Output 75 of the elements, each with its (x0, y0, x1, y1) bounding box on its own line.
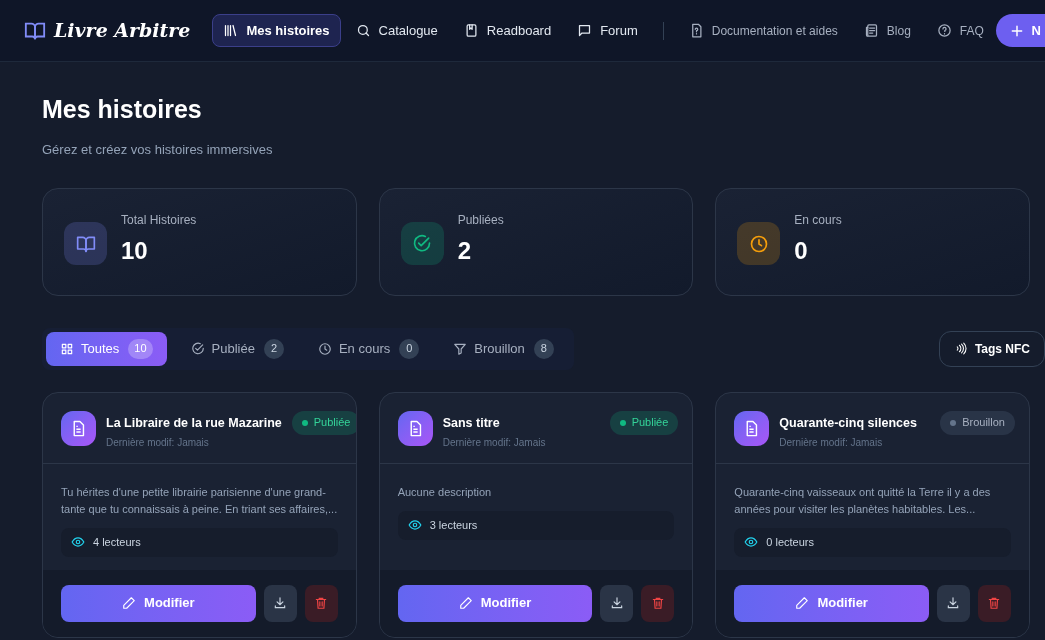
edit-button[interactable]: Modifier (734, 584, 929, 622)
status-badge: Publiée (291, 410, 356, 435)
filter-tab[interactable]: Toutes 10 (46, 331, 167, 366)
download-button[interactable] (600, 584, 634, 622)
speech-bubble-icon (577, 23, 593, 38)
delete-button[interactable] (641, 584, 675, 622)
status-badge: Brouillon (940, 410, 1015, 435)
pencil-icon (795, 596, 810, 610)
status-badge: Publiée (609, 410, 679, 435)
story-description: Aucune description (397, 484, 493, 500)
nav-tab[interactable]: Mes histoires (212, 14, 341, 47)
last-modified-text: Dernière modif: Jamais (106, 436, 210, 451)
count-badge: 0 (399, 338, 420, 359)
count-badge: 10 (128, 338, 153, 359)
stat-value: 10 (121, 236, 149, 265)
page-title: Mes histoires (42, 94, 203, 124)
story-description: Tu hérites d'une petite librairie parisienne d'une grand-tante que tu connaissais à peine. En triant ses affaires,... (61, 484, 338, 517)
trash-icon (987, 596, 1002, 610)
eye-icon (71, 535, 85, 549)
readers-panel: 4 lecteurs (61, 527, 338, 557)
pencil-icon (458, 596, 473, 610)
nav-tab[interactable]: FAQ (925, 14, 995, 47)
stat-value: 0 (794, 236, 809, 265)
stat-label: Publiées (457, 211, 504, 229)
filter-tab[interactable]: Brouillon 8 (439, 331, 568, 366)
eye-icon (407, 518, 422, 532)
download-button[interactable] (937, 584, 970, 622)
plus-icon (1009, 23, 1024, 38)
readers-panel: 0 lecteurs (734, 527, 1011, 557)
filter-icon (453, 341, 468, 356)
eye-icon (744, 535, 759, 549)
last-modified-text: Dernière modif: Jamais (442, 436, 547, 451)
trash-icon (650, 596, 665, 610)
stat-label: En cours (794, 211, 842, 229)
bookmark-icon (463, 23, 479, 38)
filter-tab[interactable]: En cours 0 (303, 331, 434, 366)
count-badge: 8 (533, 338, 554, 359)
grid-icon (60, 341, 74, 356)
search-icon (355, 23, 371, 38)
pencil-icon (122, 596, 137, 610)
stat-label: Total Histoires (121, 211, 197, 229)
last-modified-text: Dernière modif: Jamais (779, 436, 884, 451)
nav-tab[interactable]: Readboard (452, 14, 563, 47)
edit-button[interactable]: Modifier (397, 584, 593, 622)
books-icon (223, 23, 239, 38)
edit-button[interactable]: Modifier (61, 584, 256, 622)
story-description: Quarante-cinq vaisseaux ont quitté la Terre il y a des années pour visiter les planètes habitables. Les... (734, 484, 992, 517)
story-title: Quarante-cinq silences (779, 414, 918, 432)
story-title: La Libraire de la rue Mazarine (106, 414, 282, 432)
clock-icon (317, 341, 332, 356)
nav-tab[interactable]: Documentation et aides (677, 14, 849, 47)
download-icon (609, 596, 624, 610)
page-subtitle: Gérez et créez vos histoires immersives (42, 141, 274, 159)
download-button[interactable] (263, 584, 297, 622)
brand-logo[interactable]: Livre Arbitre (54, 16, 191, 45)
nav-tab[interactable]: Forum (566, 14, 649, 47)
check-circle-icon (190, 341, 205, 356)
nav-tab[interactable]: Catalogue (344, 14, 449, 47)
nfc-tags-button[interactable]: Tags NFC (938, 330, 1045, 367)
story-title: Sans titre (442, 414, 501, 432)
check-circle-icon (412, 233, 433, 254)
delete-button[interactable] (304, 584, 338, 622)
help-icon (936, 23, 952, 38)
stat-value: 2 (457, 236, 472, 265)
newspaper-icon (863, 23, 879, 38)
clock-icon (748, 233, 769, 254)
delete-button[interactable] (978, 584, 1011, 622)
filter-tab[interactable]: Publiée 2 (176, 331, 298, 366)
trash-icon (314, 596, 329, 610)
download-icon (946, 596, 961, 610)
count-badge: 2 (263, 338, 284, 359)
download-icon (273, 596, 288, 610)
readers-panel: 3 lecteurs (397, 510, 675, 540)
new-story-button[interactable]: N (995, 14, 1045, 47)
nav-tab[interactable]: Blog (852, 14, 922, 47)
